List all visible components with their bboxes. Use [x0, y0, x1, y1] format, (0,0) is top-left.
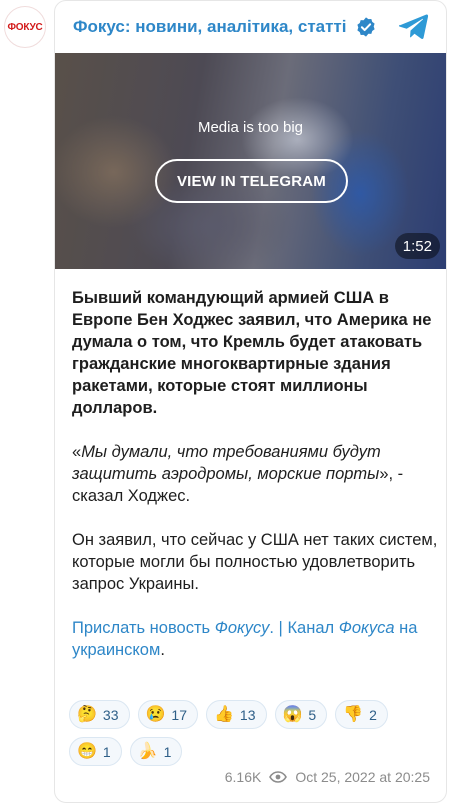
quote-text: Мы думали, что требованиями будут защити… [72, 443, 381, 483]
message-header: Фокус: новини, аналітика, статті [55, 1, 446, 53]
links-paragraph: Прислать новость Фокусу. | Канал Фокуса … [72, 617, 438, 661]
view-in-telegram-button[interactable]: VIEW IN TELEGRAM [155, 159, 348, 203]
reaction-count: 17 [171, 706, 187, 723]
reaction-grinning[interactable]: 😁 1 [69, 737, 122, 766]
view-count: 6.16K [224, 769, 262, 785]
thumbs-down-emoji-icon: 👎 [343, 705, 364, 723]
reaction-count: 1 [102, 743, 111, 760]
channel-title[interactable]: Фокус: новини, аналітика, статті [73, 17, 347, 37]
channel-prefix: Канал [287, 619, 339, 637]
reaction-count: 2 [369, 706, 377, 723]
message-text: Бывший командующий армией США в Европе Б… [72, 287, 438, 683]
reaction-count: 1 [163, 743, 172, 760]
post-timestamp[interactable]: Oct 25, 2022 at 20:25 [295, 769, 430, 785]
reaction-crying[interactable]: 😢 17 [137, 700, 198, 729]
reaction-count: 33 [102, 706, 119, 723]
trailing-period: . [160, 641, 165, 659]
grinning-emoji-icon: 😁 [77, 742, 97, 760]
channel-em: Фокуса [338, 619, 395, 637]
telegram-icon[interactable] [398, 11, 430, 43]
video-preview[interactable]: Media is too big VIEW IN TELEGRAM 1:52 [55, 53, 446, 269]
reaction-banana[interactable]: 🍌 1 [129, 737, 183, 766]
thinking-emoji-icon: 🤔 [77, 705, 97, 723]
reaction-row: 😁 1 🍌 1 [69, 737, 439, 766]
video-duration-badge: 1:52 [394, 233, 440, 259]
reaction-count: 13 [239, 706, 256, 723]
avatar-label: ФОКУС [7, 21, 43, 33]
reaction-count: 5 [308, 706, 317, 723]
message-card: Фокус: новини, аналітика, статті Media i… [54, 0, 447, 803]
reaction-thumbs-up[interactable]: 👍 13 [206, 700, 267, 729]
message-footer: 6.16K Oct 25, 2022 at 20:25 [225, 769, 430, 785]
reaction-thinking[interactable]: 🤔 33 [69, 700, 130, 729]
send-news-prefix: Прислать новость [72, 619, 215, 637]
links-separator: | [273, 619, 288, 637]
body-paragraph: Он заявил, что сейчас у США нет таких си… [72, 531, 438, 593]
media-status-text: Media is too big [197, 119, 304, 136]
send-news-em: Фокусу [214, 619, 270, 637]
quote-open: « [72, 443, 82, 461]
lead-paragraph: Бывший командующий армией США в Европе Б… [72, 289, 432, 417]
reaction-row: 🤔 33 😢 17 👍 13 😱 5 👎 2 [69, 700, 439, 729]
reactions-bar: 🤔 33 😢 17 👍 13 😱 5 👎 2 😁 1 🍌 1 [69, 700, 439, 774]
thumbs-up-emoji-icon: 👍 [214, 705, 234, 723]
eye-icon [269, 771, 288, 783]
quote-paragraph: «Мы думали, что требованиями будут защит… [72, 441, 438, 507]
banana-emoji-icon: 🍌 [137, 742, 158, 760]
reaction-screaming[interactable]: 😱 5 [274, 700, 328, 729]
send-news-link[interactable]: Прислать новость Фокусу. [72, 619, 274, 637]
channel-avatar[interactable]: ФОКУС [4, 6, 46, 48]
screaming-emoji-icon: 😱 [282, 705, 303, 723]
verified-icon [356, 17, 375, 37]
crying-emoji-icon: 😢 [145, 705, 166, 723]
reaction-thumbs-down[interactable]: 👎 2 [335, 700, 388, 729]
